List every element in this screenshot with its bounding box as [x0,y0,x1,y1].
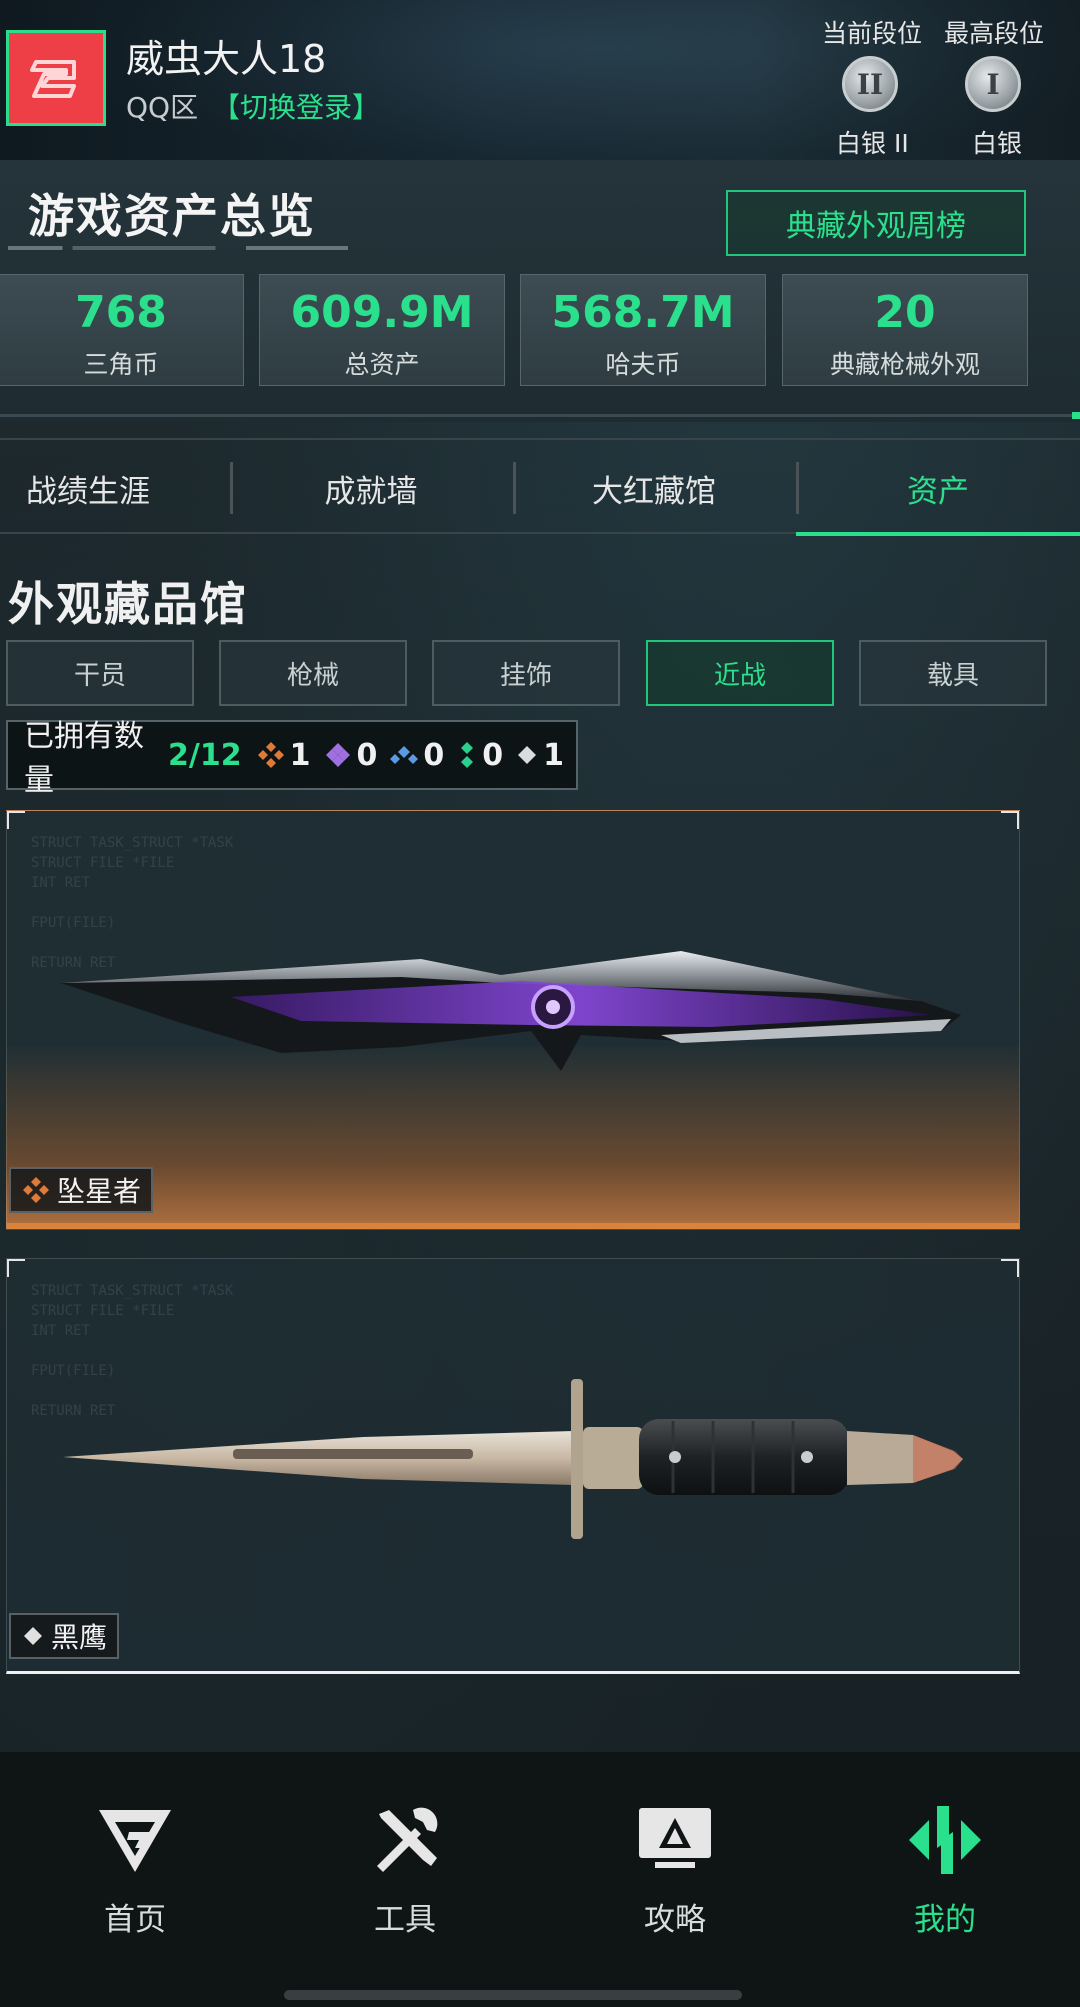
item-name-tag: 坠星者 [9,1167,154,1213]
stat-card-collection-skins: 20 典藏枪械外观 [782,274,1028,386]
page: 威虫大人18 QQ区 【切换登录】 当前段位 II 白银 II 最高段位 I 白… [0,0,1080,2007]
tier-count-green: 0 [456,738,503,773]
category-vehicles-button[interactable]: 载具 [859,640,1047,706]
item-card-starfall[interactable]: STRUCT TASK_STRUCT *TASK STRUCT FILE *FI… [6,810,1020,1230]
bottom-navigation: 首页 工具 攻略 我的 [0,1752,1080,2007]
tab-battle-career[interactable]: 战绩生涯 [0,440,176,536]
orange-diamond-icon [23,1177,49,1203]
profile-logo-icon [909,1806,981,1874]
tab-divider [230,462,233,514]
stat-label: 典藏枪械外观 [829,350,980,379]
black-hawk-knife-image [63,1379,963,1539]
stat-value: 20 [874,287,936,338]
white-diamond-icon [518,746,537,764]
owned-count-box: 已拥有数量 2/12 1 0 0 0 1 [6,719,578,798]
tier-count-value: 0 [423,737,445,773]
owned-count: 2/12 [168,737,242,773]
frame-corner [1001,1259,1019,1277]
overview-title: 游戏资产总览 [28,189,316,243]
divider-accent [1072,412,1080,419]
tier-count-blue: 0 [389,738,444,773]
item-name: 黑鹰 [51,1621,108,1654]
tab-assets[interactable]: 资产 [800,440,1076,536]
collection-title: 外观藏品馆 [8,577,248,631]
category-operators-button[interactable]: 干员 [6,640,194,706]
collection-weekly-rank-button[interactable]: 典藏外观周榜 [726,190,1026,256]
item-name: 坠星者 [57,1175,142,1208]
stat-label: 三角币 [83,350,159,379]
highest-rank-name: 白银 [972,129,1023,158]
home-logo-icon [99,1810,171,1872]
stat-label: 总资产 [344,350,420,379]
category-charms-button[interactable]: 挂饰 [432,640,620,706]
home-indicator[interactable] [284,1990,742,2000]
profile-header: 威虫大人18 QQ区 【切换登录】 当前段位 II 白银 II 最高段位 I 白… [0,0,1080,160]
frame-corner [7,811,25,829]
highest-rank-label: 最高段位 [944,19,1045,48]
tab-achievement-wall[interactable]: 成就墙 [234,440,508,536]
item-name-tag: 黑鹰 [9,1613,120,1659]
tab-divider [513,462,516,514]
tier-count-value: 0 [482,737,504,773]
category-melee-button[interactable]: 近战 [646,640,834,706]
nav-home[interactable]: 首页 [0,1752,270,1972]
tools-icon [377,1807,438,1872]
stat-value: 768 [75,287,167,338]
nav-home-label: 首页 [104,1902,166,1938]
stat-value: 609.9M [290,287,474,338]
nav-profile-label: 我的 [914,1902,976,1938]
guide-monitor-icon [639,1808,711,1868]
nav-guide[interactable]: 攻略 [540,1752,810,1972]
divider [0,414,1080,417]
tier-count-orange: 1 [256,738,311,773]
nav-profile[interactable]: 我的 [810,1752,1080,1972]
frame-corner [1001,811,1019,829]
rarity-accent-bar [7,1223,1019,1229]
stat-card-triangle-coin: 768 三角币 [0,274,244,386]
white-diamond-icon [24,1627,42,1645]
frame-corner [7,1259,25,1277]
switch-login-link[interactable]: 【切换登录】 [212,86,380,126]
stat-card-total-assets: 609.9M 总资产 [259,274,505,386]
green-diamond-icon [461,742,474,768]
item-card-black-hawk[interactable]: STRUCT TASK_STRUCT *TASK STRUCT FILE *FI… [6,1258,1020,1674]
starfall-knife-image [61,951,961,1071]
stat-value: 568.7M [551,287,735,338]
current-rank-badge-icon: II [842,56,898,112]
orange-diamond-icon [257,742,284,768]
nav-tools-label: 工具 [374,1902,436,1938]
blue-diamond-icon [390,746,419,764]
purple-diamond-icon [325,743,350,767]
username: 威虫大人18 [126,37,327,81]
tier-count-value: 0 [356,737,378,773]
nav-guide-label: 攻略 [644,1902,706,1938]
profile-tabs: 战绩生涯 成就墙 大红藏馆 资产 [0,438,1080,536]
tier-count-value: 1 [289,737,311,773]
highest-rank-badge-icon: I [965,56,1021,112]
current-rank-label: 当前段位 [822,19,923,48]
avatar[interactable] [6,30,106,126]
tab-divider [796,462,799,514]
tier-count-purple: 0 [323,737,378,773]
avatar-logo-icon [30,60,76,98]
assets-overview: 游戏资产总览 典藏外观周榜 768 三角币 609.9M 总资产 568.7M … [0,160,1080,422]
category-guns-button[interactable]: 枪械 [219,640,407,706]
current-rank-name: 白银 II [836,129,909,158]
stat-card-hafu-coin: 568.7M 哈夫币 [520,274,766,386]
title-underline [8,246,348,250]
tier-count-value: 1 [543,737,564,773]
tab-red-collection[interactable]: 大红藏馆 [517,440,791,536]
tier-count-white: 1 [515,738,564,773]
stat-label: 哈夫币 [605,350,681,379]
nav-tools[interactable]: 工具 [270,1752,540,1972]
tab-active-indicator [796,532,1080,536]
owned-label: 已拥有数量 [24,719,144,798]
zone-label: QQ区 [126,91,199,124]
